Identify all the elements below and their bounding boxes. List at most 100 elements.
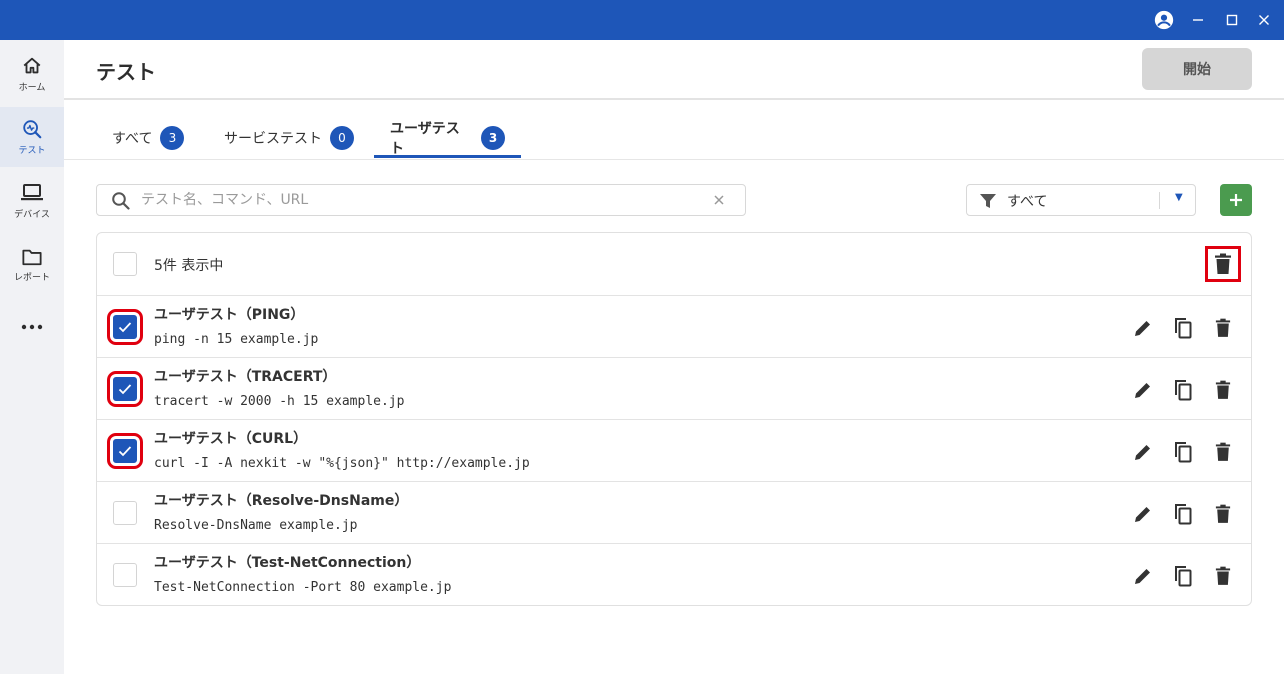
check-icon [118, 446, 132, 457]
close-icon [1259, 15, 1269, 25]
sidebar-item-home[interactable]: ホーム [0, 44, 64, 104]
row-checkbox[interactable] [107, 309, 143, 345]
test-command: curl -I -A nexkit -w "%{json}" http://ex… [154, 456, 530, 471]
pencil-icon [1135, 445, 1150, 460]
header-divider [64, 98, 1284, 100]
add-test-button[interactable] [1220, 184, 1252, 216]
copy-icon [1175, 566, 1192, 587]
close-button[interactable] [1247, 0, 1281, 40]
test-command: tracert -w 2000 -h 15 example.jp [154, 394, 405, 409]
copy-button[interactable] [1169, 562, 1197, 590]
sidebar-item-label: デバイス [14, 210, 50, 220]
pencil-icon [1135, 507, 1150, 522]
trash-icon [1215, 504, 1231, 523]
page-title: テスト [96, 60, 156, 84]
chevron-down-icon: ▼ [1175, 192, 1183, 203]
minimize-icon [1193, 19, 1203, 21]
test-name: ユーザテスト（CURL） [154, 431, 308, 447]
plus-icon [1230, 194, 1242, 206]
delete-button[interactable] [1209, 438, 1237, 466]
filter-value: すべて [1007, 194, 1048, 210]
clear-icon[interactable] [711, 192, 727, 208]
trash-icon [1215, 318, 1231, 337]
test-name: ユーザテスト（Test-NetConnection） [154, 555, 421, 571]
row-checkbox[interactable] [107, 433, 143, 469]
tab-all[interactable]: すべて 3 [96, 118, 200, 158]
copy-icon [1175, 442, 1192, 463]
pencil-icon [1135, 383, 1150, 398]
sidebar-item-label: ホーム [18, 83, 46, 93]
trash-icon [1215, 566, 1231, 585]
tab-user-test[interactable]: ユーザテスト 3 [374, 118, 521, 158]
account-icon [1154, 10, 1174, 30]
edit-button[interactable] [1129, 314, 1157, 342]
sidebar: ホーム テスト デバイス レポート [0, 40, 64, 674]
filter-select[interactable]: すべて ▼ [966, 184, 1196, 216]
test-name: ユーザテスト（PING） [154, 307, 305, 323]
home-icon [23, 57, 41, 74]
account-button[interactable] [1147, 0, 1181, 40]
bulk-delete-button[interactable] [1205, 246, 1241, 282]
pencil-icon [1135, 321, 1150, 336]
trash-icon [1215, 380, 1231, 399]
edit-button[interactable] [1129, 438, 1157, 466]
table-row: ユーザテスト（Test-NetConnection） Test-NetConne… [97, 544, 1251, 606]
filter-icon [980, 194, 996, 208]
sidebar-item-report[interactable]: レポート [0, 235, 64, 295]
copy-button[interactable] [1169, 314, 1197, 342]
more-icon [21, 324, 43, 330]
copy-icon [1175, 380, 1192, 401]
row-checkbox[interactable] [113, 563, 137, 587]
maximize-button[interactable] [1215, 0, 1249, 40]
table-row: ユーザテスト（PING） ping -n 15 example.jp [97, 296, 1251, 358]
test-icon [23, 120, 42, 139]
copy-button[interactable] [1169, 376, 1197, 404]
maximize-icon [1226, 14, 1238, 26]
test-command: Test-NetConnection -Port 80 example.jp [154, 580, 452, 595]
tabs-divider [64, 159, 1284, 160]
sidebar-more-button[interactable] [0, 299, 64, 355]
table-row: ユーザテスト（Resolve-DnsName） Resolve-DnsName … [97, 482, 1251, 544]
delete-button[interactable] [1209, 500, 1237, 528]
tab-label: ユーザテスト [390, 121, 460, 157]
select-all-checkbox[interactable] [113, 252, 137, 276]
count-badge: 3 [481, 126, 505, 150]
test-name: ユーザテスト（TRACERT） [154, 369, 337, 385]
edit-button[interactable] [1129, 562, 1157, 590]
trash-icon [1215, 442, 1231, 461]
delete-button[interactable] [1209, 314, 1237, 342]
row-checkbox[interactable] [113, 501, 137, 525]
edit-button[interactable] [1129, 500, 1157, 528]
tab-service-test[interactable]: サービステスト 0 [208, 118, 370, 158]
copy-button[interactable] [1169, 500, 1197, 528]
row-checkbox[interactable] [107, 371, 143, 407]
check-icon [118, 322, 132, 333]
tab-label: サービステスト [224, 131, 322, 147]
search-box [96, 184, 746, 216]
delete-button[interactable] [1209, 376, 1237, 404]
start-button[interactable]: 開始 [1142, 48, 1252, 90]
search-icon [112, 192, 130, 210]
sidebar-item-label: レポート [13, 273, 50, 283]
minimize-button[interactable] [1181, 0, 1215, 40]
sidebar-item-label: テスト [18, 146, 46, 156]
copy-button[interactable] [1169, 438, 1197, 466]
test-command: Resolve-DnsName example.jp [154, 518, 358, 533]
count-badge: 0 [330, 126, 354, 150]
check-icon [118, 384, 132, 395]
list-header: 5件 表示中 [97, 233, 1251, 296]
tab-label: すべて [112, 131, 153, 147]
edit-button[interactable] [1129, 376, 1157, 404]
test-command: ping -n 15 example.jp [154, 332, 319, 347]
search-input[interactable] [141, 189, 701, 211]
title-bar [0, 0, 1284, 40]
folder-icon [22, 249, 42, 266]
sidebar-item-device[interactable]: デバイス [0, 171, 64, 231]
test-list: 5件 表示中 ユーザテスト（PING） ping -n 15 example.j… [96, 232, 1252, 606]
sidebar-item-test[interactable]: テスト [0, 107, 64, 167]
table-row: ユーザテスト（CURL） curl -I -A nexkit -w "%{jso… [97, 420, 1251, 482]
copy-icon [1175, 318, 1192, 339]
pencil-icon [1135, 569, 1150, 584]
delete-button[interactable] [1209, 562, 1237, 590]
filter-divider [1159, 192, 1160, 209]
